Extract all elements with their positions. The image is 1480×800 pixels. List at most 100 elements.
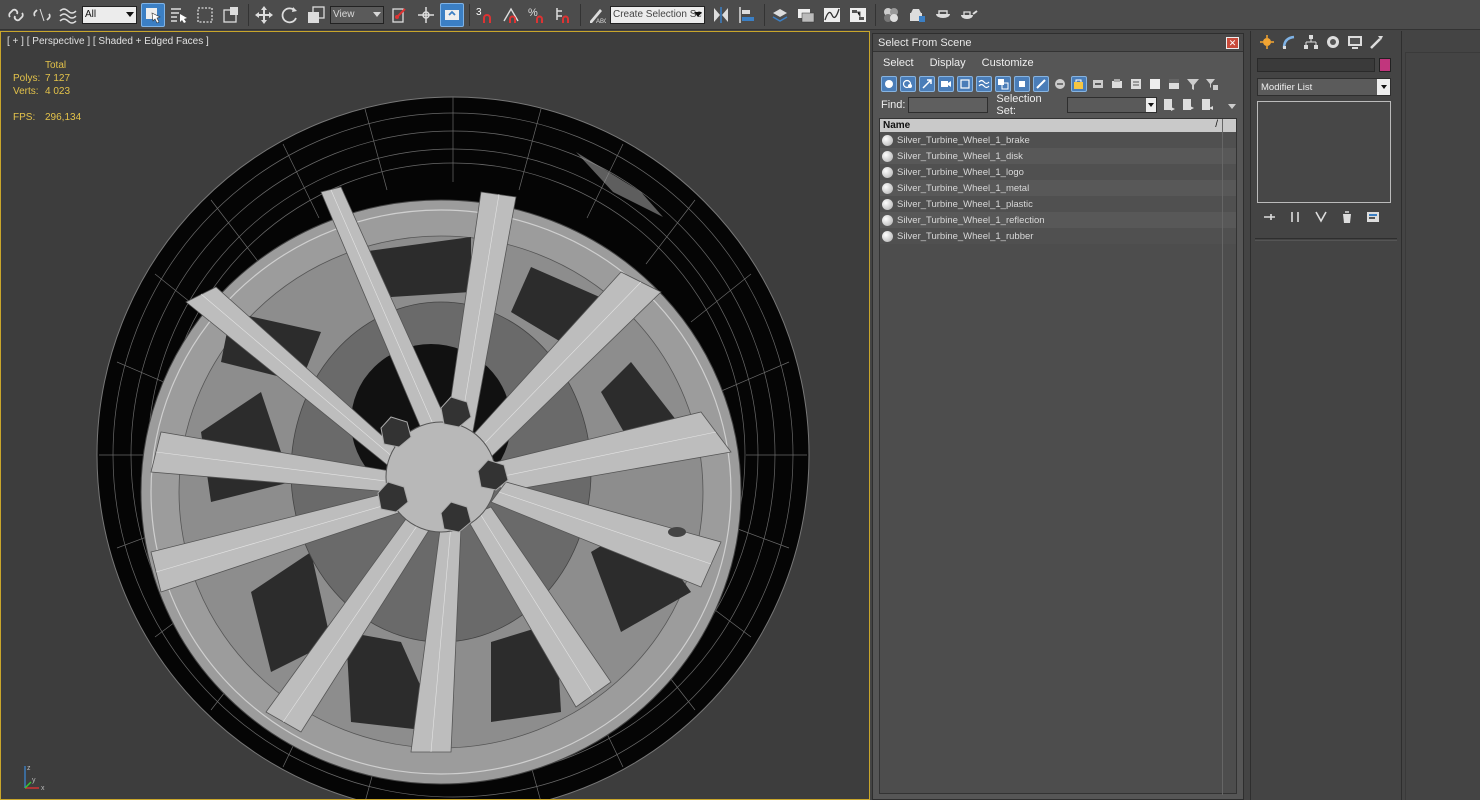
hierarchy-tab-icon[interactable] — [1301, 32, 1321, 52]
selection-filter-select[interactable]: All — [82, 5, 137, 24]
edit-named-selection-icon[interactable]: ABC — [584, 3, 608, 27]
dialog-title-bar[interactable]: Select From Scene ✕ — [873, 34, 1243, 52]
close-icon[interactable]: ✕ — [1226, 37, 1239, 49]
geometry-object-icon — [882, 150, 893, 162]
select-invert-icon[interactable] — [1166, 76, 1182, 92]
display-geometry-icon[interactable] — [881, 76, 897, 92]
select-and-move-icon[interactable] — [252, 3, 276, 27]
select-and-link-icon[interactable] — [4, 3, 28, 27]
pin-stack-icon[interactable] — [1261, 209, 1277, 225]
list-item[interactable]: Silver_Turbine_Wheel_1_disk — [880, 148, 1236, 164]
display-groups-icon[interactable] — [995, 76, 1011, 92]
select-by-name-icon[interactable] — [167, 3, 191, 27]
find-input[interactable] — [908, 97, 989, 113]
utilities-tab-icon[interactable] — [1367, 32, 1387, 52]
mirror-icon[interactable] — [709, 3, 733, 27]
list-item[interactable]: Silver_Turbine_Wheel_1_rubber — [880, 228, 1236, 244]
named-selection-sets-dropdown[interactable]: Create Selection Se — [610, 5, 705, 24]
render-production-icon[interactable] — [957, 3, 981, 27]
motion-tab-icon[interactable] — [1323, 32, 1343, 52]
display-cameras-icon[interactable] — [938, 76, 954, 92]
keyboard-shortcut-override-icon[interactable] — [440, 2, 464, 27]
perspective-viewport[interactable]: [ + ] [ Perspective ] [ Shaded + Edged F… — [0, 31, 870, 800]
list-scrollbar[interactable] — [1222, 119, 1234, 795]
select-none-icon[interactable] — [1147, 76, 1163, 92]
modifier-list-dropdown[interactable]: Modifier List — [1257, 78, 1391, 96]
geometry-object-icon — [882, 166, 893, 178]
spinner-snap-toggle-icon[interactable] — [551, 3, 575, 27]
snaps-toggle-icon[interactable]: 3 — [473, 3, 497, 27]
toolbar-separator — [469, 3, 470, 26]
list-item[interactable]: Silver_Turbine_Wheel_1_reflection — [880, 212, 1236, 228]
create-selection-set-icon[interactable] — [1161, 97, 1177, 113]
menu-customize[interactable]: Customize — [982, 57, 1034, 69]
filter-icon[interactable] — [1185, 76, 1201, 92]
percent-snap-toggle-icon[interactable]: % — [525, 3, 549, 27]
list-item[interactable]: Silver_Turbine_Wheel_1_plastic — [880, 196, 1236, 212]
show-end-result-icon[interactable] — [1287, 209, 1303, 225]
select-and-scale-icon[interactable] — [304, 3, 328, 27]
select-object-icon[interactable] — [141, 2, 165, 27]
display-frozen-icon[interactable] — [1071, 76, 1087, 92]
display-hidden-icon[interactable] — [1090, 76, 1106, 92]
select-and-manipulate-icon[interactable] — [414, 3, 438, 27]
axis-z-label: z — [27, 765, 31, 772]
schematic-view-icon[interactable] — [846, 3, 870, 27]
display-shapes-icon[interactable] — [900, 76, 916, 92]
selection-set-label: Selection Set: — [996, 93, 1042, 117]
object-color-swatch[interactable] — [1379, 58, 1391, 72]
modify-tab-icon[interactable] — [1279, 32, 1299, 52]
object-name: Silver_Turbine_Wheel_1_metal — [897, 182, 1030, 194]
configure-modifier-sets-icon[interactable] — [1365, 209, 1381, 225]
unlink-selection-icon[interactable] — [30, 3, 54, 27]
select-all-icon[interactable] — [1128, 76, 1144, 92]
remove-modifier-icon[interactable] — [1339, 209, 1355, 225]
object-name-field[interactable] — [1257, 58, 1375, 72]
select-and-rotate-icon[interactable] — [278, 3, 302, 27]
menu-display[interactable]: Display — [930, 57, 966, 69]
list-item[interactable]: Silver_Turbine_Wheel_1_metal — [880, 180, 1236, 196]
use-pivot-center-icon[interactable] — [388, 3, 412, 27]
display-all-icon[interactable] — [1109, 76, 1125, 92]
wheel-model[interactable] — [1, 32, 870, 800]
display-lights-icon[interactable] — [919, 76, 935, 92]
display-xrefs-icon[interactable] — [1014, 76, 1030, 92]
display-bones-icon[interactable] — [1033, 76, 1049, 92]
selection-set-dropdown[interactable] — [1067, 97, 1158, 113]
axis-x-label: x — [41, 785, 45, 792]
list-item[interactable]: Silver_Turbine_Wheel_1_brake — [880, 132, 1236, 148]
modifier-stack[interactable] — [1257, 101, 1391, 203]
window-crossing-icon[interactable] — [219, 3, 243, 27]
align-icon[interactable] — [735, 3, 759, 27]
rectangular-selection-icon[interactable] — [193, 3, 217, 27]
reference-coordinate-select[interactable]: View — [330, 5, 384, 24]
angle-snap-toggle-icon[interactable] — [499, 3, 523, 27]
make-unique-icon[interactable] — [1313, 209, 1329, 225]
name-column-header[interactable]: Name / — [880, 119, 1236, 132]
create-tab-icon[interactable] — [1257, 32, 1277, 52]
menu-select[interactable]: Select — [883, 57, 914, 69]
display-containers-icon[interactable] — [1052, 76, 1068, 92]
material-editor-icon[interactable] — [879, 3, 903, 27]
right-side-panel-area — [1405, 52, 1480, 800]
add-to-selection-set-icon[interactable] — [1180, 97, 1196, 113]
viewport-label[interactable]: [ + ] [ Perspective ] [ Shaded + Edged F… — [7, 36, 209, 47]
display-helpers-icon[interactable] — [957, 76, 973, 92]
geometry-object-icon — [882, 182, 893, 194]
sort-indicator-icon: / — [1215, 119, 1218, 130]
sort-filter-icon[interactable] — [1204, 76, 1220, 92]
scene-explorer-icon[interactable] — [768, 3, 792, 27]
display-space-warps-icon[interactable] — [976, 76, 992, 92]
curve-editor-icon[interactable] — [820, 3, 844, 27]
render-setup-icon[interactable] — [905, 3, 929, 27]
list-item[interactable]: Silver_Turbine_Wheel_1_logo — [880, 164, 1236, 180]
axis-tripod-icon: z x y — [24, 765, 45, 792]
bind-to-space-warp-icon[interactable] — [56, 3, 80, 27]
geometry-object-icon — [882, 230, 893, 242]
layer-explorer-icon[interactable] — [794, 3, 818, 27]
display-tab-icon[interactable] — [1345, 32, 1365, 52]
expand-options-icon[interactable] — [1224, 97, 1240, 113]
remove-from-selection-set-icon[interactable] — [1199, 97, 1215, 113]
rendered-frame-window-icon[interactable] — [931, 3, 955, 27]
object-name: Silver_Turbine_Wheel_1_brake — [897, 134, 1030, 146]
